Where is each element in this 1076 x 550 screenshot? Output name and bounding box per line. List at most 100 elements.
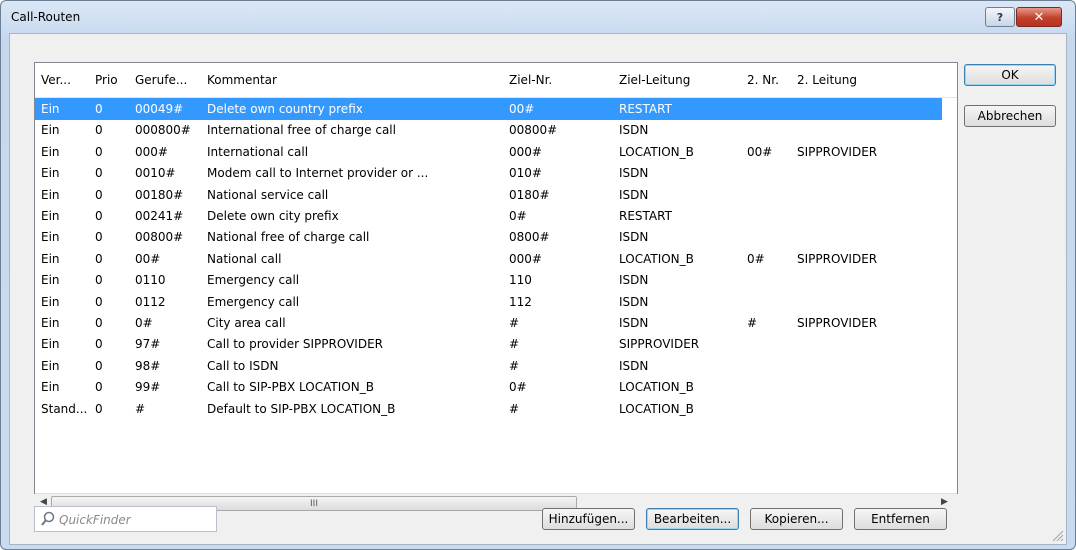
cell-comment: Modem call to Internet provider or ... xyxy=(207,166,429,181)
title-bar: Call-Routen ? ✕ xyxy=(1,1,1075,33)
column-header-target-number[interactable]: Ziel-Nr. xyxy=(509,73,552,87)
cell-target-number: # xyxy=(509,337,520,352)
cell-target-number: 000# xyxy=(509,144,542,159)
add-button[interactable]: Hinzufügen... xyxy=(542,508,635,530)
table-row[interactable]: Ein 0 0010# Modem call to Internet provider… xyxy=(35,162,942,184)
cell-target-number: 00# xyxy=(509,102,535,116)
table-row[interactable]: Ein 0 0110 Emergency call 110 ISDN xyxy=(35,269,942,291)
cell-called-number: 0# xyxy=(135,316,153,330)
edit-button[interactable]: Bearbeiten... xyxy=(646,508,739,530)
column-header-called-number[interactable]: Gerufe... xyxy=(135,73,187,87)
table-row[interactable]: Ein 0 000800# International free of charge … xyxy=(35,119,942,141)
table-row[interactable]: Ein 0 0112 Emergency call 112 ISDN xyxy=(35,291,942,313)
table-row[interactable]: Ein 0 99# Call to SIP-PBX LOCATION_B 0# LOCAT… xyxy=(35,376,942,398)
resize-grip-icon[interactable] xyxy=(1052,530,1064,542)
table-row[interactable]: Ein 0 97# Call to provider SIPPROVIDER # SIPP… xyxy=(35,333,942,355)
cancel-button[interactable]: Abbrechen xyxy=(964,105,1056,127)
cell-prio: 0 xyxy=(95,401,103,416)
table-row[interactable]: Ein 0 98# Call to ISDN # ISDN xyxy=(35,355,942,377)
close-button[interactable]: ✕ xyxy=(1016,7,1062,27)
cell-called-number: # xyxy=(135,401,146,416)
dialog-client-area: Ver... Prio Gerufe... Kommentar Ziel-Nr.… xyxy=(9,33,1067,545)
cell-comment: Call to provider SIPPROVIDER xyxy=(207,337,383,352)
cell-status: Ein xyxy=(41,294,60,309)
cell-status: Ein xyxy=(41,209,60,223)
cell-second-number: 00# xyxy=(747,144,773,159)
cell-called-number: 99# xyxy=(135,380,161,395)
table-row[interactable]: Ein 0 0# City area call # ISDN # SIPPROVIDER xyxy=(35,312,942,334)
cell-status: Ein xyxy=(41,358,60,373)
cell-called-number: 98# xyxy=(135,358,161,373)
cell-called-number: 00800# xyxy=(135,230,184,245)
table-row[interactable]: Ein 0 00241# Delete own city prefix 0# RESTAR… xyxy=(35,205,942,227)
cell-target-number: 010# xyxy=(509,166,542,181)
cell-status: Ein xyxy=(41,187,60,202)
cell-status: Ein xyxy=(41,316,60,330)
copy-button[interactable]: Kopieren... xyxy=(750,508,843,530)
cell-second-line: SIPPROVIDER xyxy=(797,251,878,266)
cell-target-line: LOCATION_B xyxy=(619,401,694,416)
cell-target-line: LOCATION_B xyxy=(619,380,694,395)
cell-prio: 0 xyxy=(95,166,103,181)
cell-status: Ein xyxy=(41,337,60,352)
cell-comment: Emergency call xyxy=(207,273,300,288)
column-header-comment[interactable]: Kommentar xyxy=(207,73,277,87)
cell-prio: 0 xyxy=(95,187,103,202)
help-icon: ? xyxy=(996,10,1004,24)
cell-prio: 0 xyxy=(95,230,103,245)
cell-status: Ein xyxy=(41,123,60,138)
cell-status: Ein xyxy=(41,166,60,181)
cell-second-line: SIPPROVIDER xyxy=(797,144,878,159)
cell-target-line: LOCATION_B xyxy=(619,251,694,266)
add-button-label: Hinzufügen... xyxy=(548,512,629,526)
search-icon xyxy=(41,511,55,526)
remove-button-label: Entfernen xyxy=(871,512,930,526)
table-row[interactable]: Stand... 0 # Default to SIP-PBX LOCATION_B #… xyxy=(35,398,942,420)
cell-second-number: 0# xyxy=(747,251,765,266)
cell-comment: Delete own country prefix xyxy=(207,102,363,116)
copy-button-label: Kopieren... xyxy=(764,512,829,526)
cell-target-number: 0800# xyxy=(509,230,550,245)
cell-target-line: LOCATION_B xyxy=(619,144,694,159)
cell-target-number: 0180# xyxy=(509,187,550,202)
cell-target-number: # xyxy=(509,401,520,416)
cell-comment: National call xyxy=(207,251,282,266)
column-header-second-line[interactable]: 2. Leitung xyxy=(797,73,857,87)
remove-button[interactable]: Entfernen xyxy=(854,508,947,530)
quickfinder-field[interactable] xyxy=(34,506,217,532)
column-header-second-number[interactable]: 2. Nr. xyxy=(747,73,779,87)
cell-target-number: 000# xyxy=(509,251,542,266)
cell-prio: 0 xyxy=(95,294,103,309)
scroll-right-icon[interactable]: ▶ xyxy=(941,497,948,507)
window-title: Call-Routen xyxy=(11,10,81,24)
table-row[interactable]: Ein 0 00180# National service call 0180# ISDN xyxy=(35,184,942,206)
cell-prio: 0 xyxy=(95,144,103,159)
cell-second-line: SIPPROVIDER xyxy=(797,316,878,330)
quickfinder-input[interactable] xyxy=(57,510,211,530)
help-button[interactable]: ? xyxy=(985,7,1015,27)
ok-button[interactable]: OK xyxy=(964,64,1056,86)
cell-status: Ein xyxy=(41,230,60,245)
cell-prio: 0 xyxy=(95,251,103,266)
cell-status: Ein xyxy=(41,273,60,288)
cell-called-number: 00# xyxy=(135,251,161,266)
cell-prio: 0 xyxy=(95,316,103,330)
column-header-target-line[interactable]: Ziel-Leitung xyxy=(619,73,690,87)
column-header-prio[interactable]: Prio xyxy=(95,73,118,87)
cell-status: Ein xyxy=(41,144,60,159)
cell-prio: 0 xyxy=(95,358,103,373)
table-row[interactable]: Ein 0 00# National call 000# LOCATION_B 0# SIPP… xyxy=(35,248,942,270)
column-header-status[interactable]: Ver... xyxy=(41,73,71,87)
table-row[interactable]: Ein 0 00800# National free of charge call 08… xyxy=(35,226,942,248)
cell-prio: 0 xyxy=(95,123,103,138)
cell-comment: International call xyxy=(207,144,309,159)
cell-target-number: # xyxy=(509,358,520,373)
cell-comment: Call to SIP-PBX LOCATION_B xyxy=(207,380,374,395)
cell-target-line: ISDN xyxy=(619,230,649,245)
routes-table[interactable]: Ver... Prio Gerufe... Kommentar Ziel-Nr.… xyxy=(34,62,958,511)
cell-target-line: ISDN xyxy=(619,273,649,288)
table-row[interactable]: Ein 0 000# International call 000# LOCATION_B… xyxy=(35,141,942,163)
cell-comment: Call to ISDN xyxy=(207,358,279,373)
cancel-button-label: Abbrechen xyxy=(977,109,1043,123)
table-row[interactable]: Ein 0 00049# Delete own country prefix 00# RE… xyxy=(35,98,942,120)
